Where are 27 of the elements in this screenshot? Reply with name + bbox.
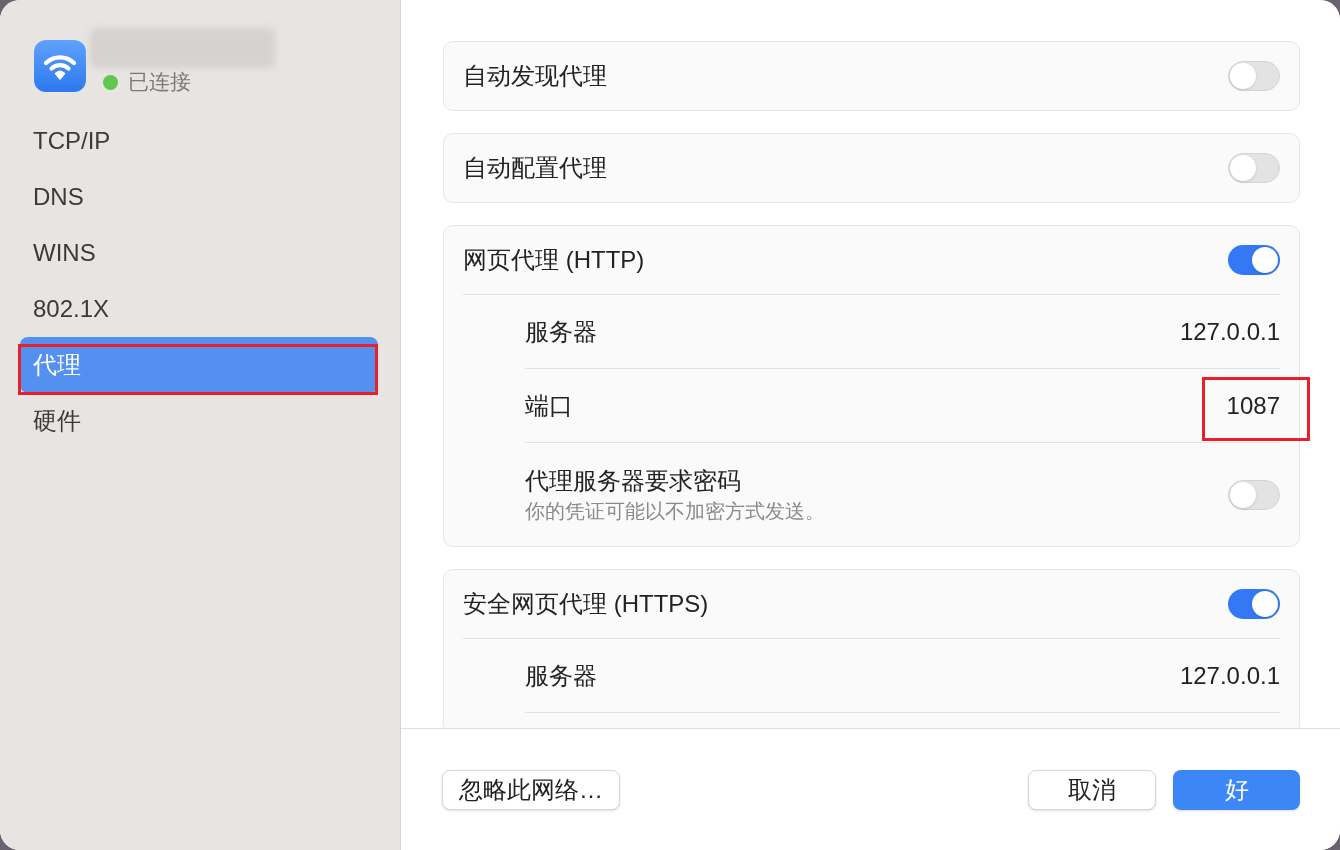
field-value: 127.0.0.1 xyxy=(1179,316,1280,347)
toggle-switch[interactable] xyxy=(1228,479,1280,510)
field-value: 127.0.0.1 xyxy=(1179,660,1280,691)
sidebar-item[interactable]: DNS xyxy=(20,169,378,225)
section-title: 网页代理 (HTTP) xyxy=(463,245,645,275)
sidebar-item[interactable]: 802.1X xyxy=(20,281,378,337)
section-title: 自动配置代理 xyxy=(463,153,607,183)
sidebar-item[interactable]: WINS xyxy=(20,225,378,281)
field-label: 代理服务器要求密码 xyxy=(525,465,742,496)
connection-status: 已连接 xyxy=(128,69,191,95)
field-note: 你的凭证可能以不加密方式发送。 xyxy=(525,498,825,524)
dialog-button[interactable]: 好 xyxy=(1173,770,1300,810)
wifi-icon xyxy=(34,40,86,92)
toggle-switch[interactable] xyxy=(1228,61,1280,91)
toggle-switch[interactable] xyxy=(1228,589,1280,619)
field-label: 端口 xyxy=(525,390,573,421)
sidebar-item[interactable]: TCP/IP xyxy=(20,113,378,169)
section-title: 安全网页代理 (HTTPS) xyxy=(463,589,709,619)
field-label: 服务器 xyxy=(525,660,597,691)
toggle-switch[interactable] xyxy=(1228,245,1280,275)
field-value: 1087 xyxy=(1226,390,1280,421)
dialog-button[interactable]: 取消 xyxy=(1028,770,1156,810)
toggle-switch[interactable] xyxy=(1228,153,1280,183)
sidebar-item[interactable]: 硬件 xyxy=(20,393,378,449)
section-title: 自动发现代理 xyxy=(463,61,607,91)
field-label: 服务器 xyxy=(525,316,597,347)
dialog-button[interactable]: 忽略此网络… xyxy=(442,770,620,810)
